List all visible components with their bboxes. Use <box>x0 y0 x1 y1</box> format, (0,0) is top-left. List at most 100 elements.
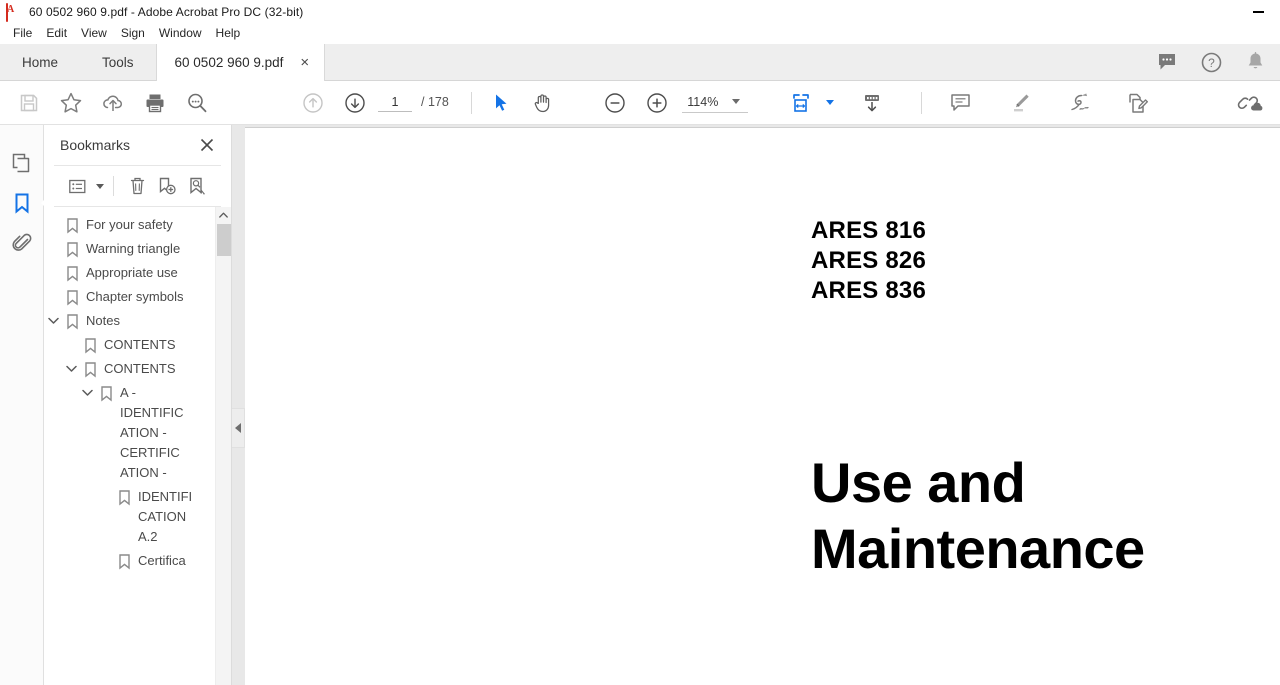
bookmarks-panel-title: Bookmarks <box>60 137 131 153</box>
list-item[interactable]: CONTENTS <box>44 357 231 381</box>
bookmarks-icon[interactable] <box>5 183 50 223</box>
main-toolbar: / 178 <box>0 81 1280 125</box>
bookmark-label: CONTENTS <box>104 337 176 352</box>
list-item[interactable]: A - IDENTIFICATION - CERTIFICATION - <box>44 381 231 485</box>
bookmark-label: CONTENTS <box>104 361 176 376</box>
save-floppy-icon[interactable] <box>13 87 45 119</box>
help-question-icon[interactable]: ? <box>1198 49 1224 75</box>
scroll-up-arrow-icon[interactable] <box>216 207 231 222</box>
tab-document[interactable]: 60 0502 960 9.pdf × <box>155 44 326 81</box>
model-heading-block: ARES 816 ARES 826 ARES 836 <box>811 216 926 306</box>
zoom-in-icon[interactable] <box>641 87 673 119</box>
zoom-level-dropdown[interactable]: 114% <box>681 93 748 113</box>
toolbar-navigation-group: / 178 <box>292 87 451 119</box>
chevron-down-icon <box>731 99 740 104</box>
bookmarks-toolbar-separator <box>113 176 114 196</box>
bookmark-icon <box>62 263 82 282</box>
menu-view[interactable]: View <box>74 24 114 43</box>
bookmark-label: Certifica <box>138 553 186 568</box>
comment-bubble-icon[interactable] <box>1154 49 1180 75</box>
page-title: Use and Maintenance <box>811 451 1145 580</box>
twisty-placeholder <box>44 263 62 269</box>
page-down-arrow-icon[interactable] <box>339 87 371 119</box>
panel-collapse-handle[interactable] <box>232 408 245 448</box>
bookmark-icon <box>80 335 100 354</box>
navigation-rail <box>0 125 50 685</box>
toolbar-annotate-group <box>940 87 1159 119</box>
window-controls <box>1236 0 1280 23</box>
fit-page-chevron-down-icon[interactable] <box>825 100 834 105</box>
search-magnifier-icon[interactable] <box>181 87 213 119</box>
menu-help[interactable]: Help <box>209 24 248 43</box>
bookmark-icon <box>80 359 100 378</box>
list-item[interactable]: Notes <box>44 309 231 333</box>
menu-file[interactable]: File <box>6 24 39 43</box>
bookmark-label: Chapter symbols <box>86 289 184 304</box>
page-number-input[interactable] <box>378 93 412 112</box>
list-item[interactable]: IDENTIFICATION A.2 <box>44 485 231 549</box>
add-comment-icon[interactable] <box>945 87 977 119</box>
highlighter-icon[interactable] <box>1004 87 1036 119</box>
edit-pdf-icon[interactable] <box>1122 87 1154 119</box>
scroll-page-display-icon[interactable] <box>856 87 888 119</box>
bookmark-label: A - IDENTIFICATION - CERTIFICATION - <box>120 385 184 480</box>
page-thumbnails-icon[interactable] <box>5 143 39 183</box>
list-item[interactable]: Appropriate use <box>44 261 231 285</box>
list-item[interactable]: Chapter symbols <box>44 285 231 309</box>
collapse-chevron-down-icon[interactable] <box>44 311 62 325</box>
model-line-3: ARES 836 <box>811 277 926 304</box>
new-bookmark-icon[interactable] <box>153 173 181 199</box>
bookmark-icon <box>96 383 116 402</box>
page-up-arrow-icon[interactable] <box>297 87 329 119</box>
tab-strip-actions: ? <box>1154 44 1280 80</box>
cloud-upload-icon[interactable] <box>97 87 129 119</box>
document-view[interactable]: ARES 816 ARES 826 ARES 836 Use and Maint… <box>232 125 1280 685</box>
list-item[interactable]: Certifica <box>44 549 231 573</box>
find-bookmark-icon[interactable] <box>183 173 211 199</box>
share-link-cloud-icon[interactable] <box>1234 87 1266 119</box>
print-icon[interactable] <box>139 87 171 119</box>
zoom-out-icon[interactable] <box>599 87 631 119</box>
list-item[interactable]: CONTENTS <box>44 333 231 357</box>
list-item[interactable]: Warning triangle <box>44 237 231 261</box>
toolbar-tools-group <box>480 87 564 119</box>
acrobat-window: 60 0502 960 9.pdf - Adobe Acrobat Pro DC… <box>0 0 1280 685</box>
tab-tools[interactable]: Tools <box>80 44 156 81</box>
close-icon[interactable]: × <box>297 55 312 71</box>
collapse-chevron-down-icon[interactable] <box>62 359 80 373</box>
menu-edit[interactable]: Edit <box>39 24 74 43</box>
star-icon[interactable] <box>55 87 87 119</box>
tab-home[interactable]: Home <box>0 44 80 81</box>
menu-window[interactable]: Window <box>152 24 209 43</box>
menu-sign[interactable]: Sign <box>114 24 152 43</box>
pdf-page: ARES 816 ARES 826 ARES 836 Use and Maint… <box>245 127 1280 685</box>
bookmark-options-menu-icon[interactable] <box>64 173 92 199</box>
collapse-chevron-down-icon[interactable] <box>78 383 96 397</box>
minimize-icon <box>1252 10 1264 13</box>
twisty-placeholder <box>44 239 62 245</box>
svg-text:?: ? <box>1208 56 1215 70</box>
scrollbar-thumb[interactable] <box>217 224 231 256</box>
page-total-label: / 178 <box>421 94 449 109</box>
list-item[interactable]: For your safety <box>44 213 231 237</box>
sign-signature-icon[interactable] <box>1063 87 1095 119</box>
bookmarks-scrollbar[interactable] <box>215 207 231 685</box>
window-title: 60 0502 960 9.pdf - Adobe Acrobat Pro DC… <box>29 4 304 19</box>
bookmark-label: Warning triangle <box>86 241 181 256</box>
toolbar-view-group <box>780 87 893 119</box>
close-icon[interactable] <box>197 135 217 155</box>
delete-bookmark-trash-icon[interactable] <box>123 173 151 199</box>
bookmark-icon <box>114 487 134 506</box>
attachments-paperclip-icon[interactable] <box>5 223 39 263</box>
chevron-down-icon[interactable] <box>96 183 104 189</box>
hand-pan-icon[interactable] <box>527 87 559 119</box>
bookmarks-list[interactable]: For your safety Warning triangle Appropr… <box>44 207 231 685</box>
model-line-1: ARES 816 <box>811 217 926 244</box>
notification-bell-icon[interactable] <box>1242 49 1268 75</box>
select-arrow-icon[interactable] <box>485 87 517 119</box>
fit-page-icon[interactable] <box>785 87 817 119</box>
acrobat-logo-icon <box>6 2 22 22</box>
model-line-2: ARES 826 <box>811 247 926 274</box>
page-number-field[interactable]: / 178 <box>378 93 449 112</box>
minimize-button[interactable] <box>1236 0 1280 23</box>
